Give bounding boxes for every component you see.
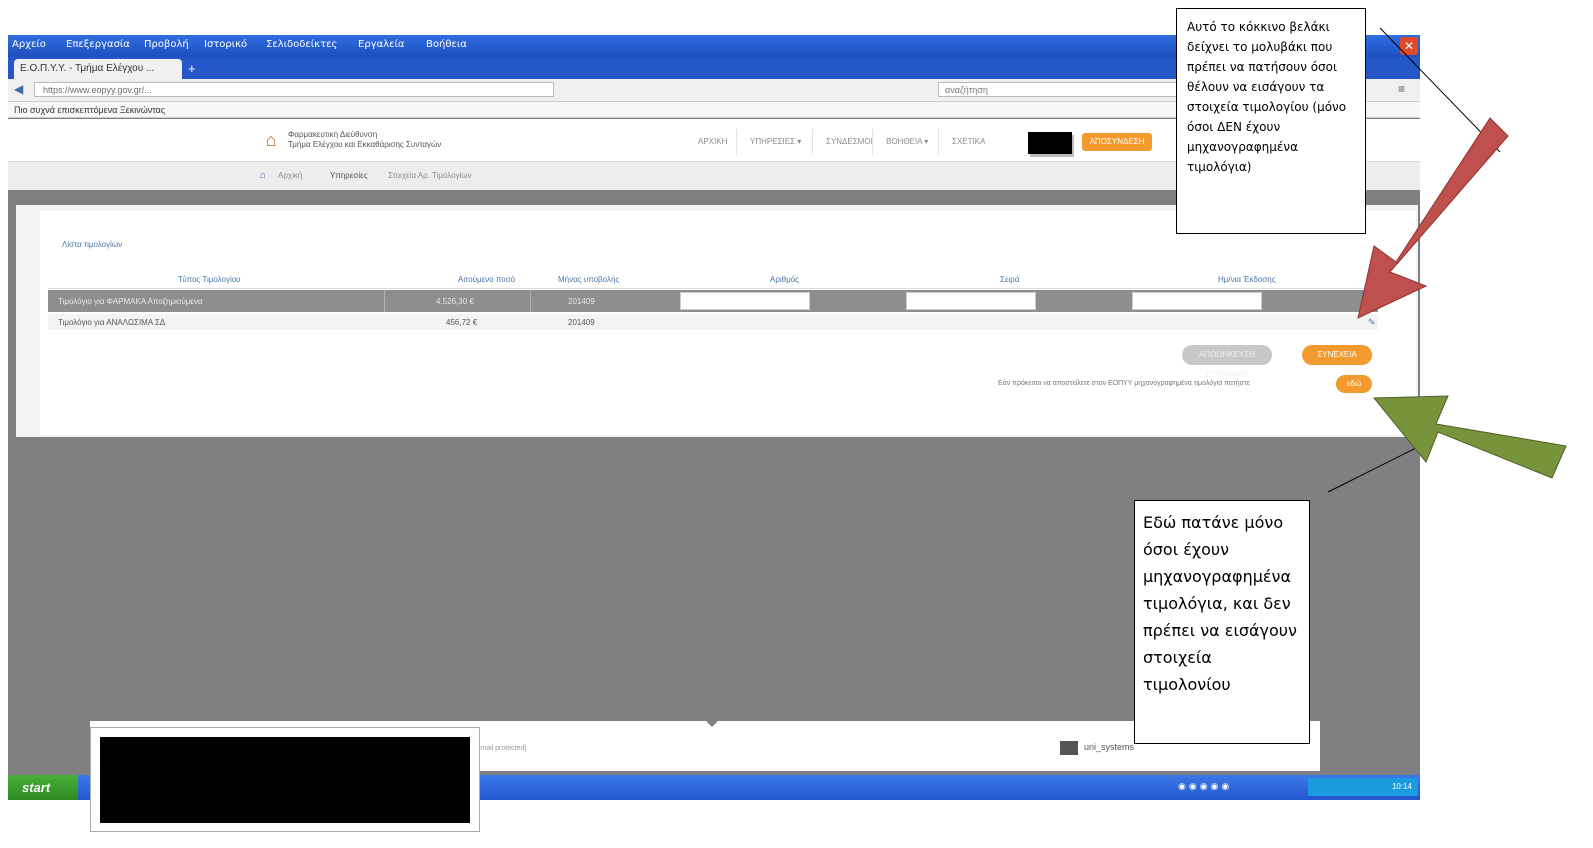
green-arrow-note: Εδώ πατάνε μόνο όσοι έχουν μηχανογραφημέ… <box>1134 500 1310 744</box>
red-arrow-icon <box>1357 117 1509 319</box>
red-arrow-note: Αυτό το κόκκινο βελάκι δείχνει το μολυβά… <box>1176 8 1366 234</box>
connector-line-green <box>1327 445 1421 493</box>
green-arrow-icon <box>1372 395 1567 479</box>
